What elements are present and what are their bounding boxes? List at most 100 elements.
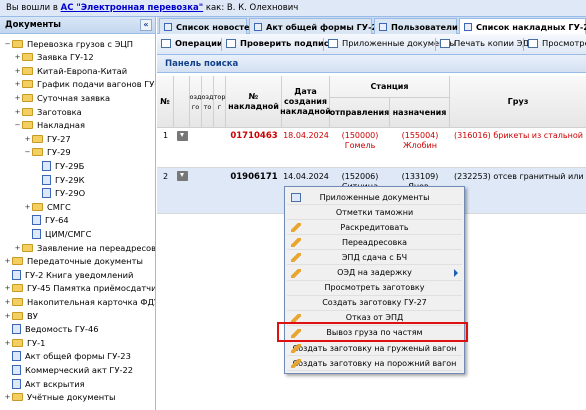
- operations-button[interactable]: Операции: [161, 38, 223, 48]
- menu-item[interactable]: Создать заготовку ГУ-27: [287, 296, 462, 311]
- verify-signature-button[interactable]: Проверить подпись: [226, 38, 334, 48]
- tree-item-label: ГУ-27: [47, 133, 71, 144]
- toolbar-separator: [435, 38, 436, 51]
- tree-item[interactable]: ГУ-29О: [33, 187, 85, 200]
- expand-toggle-icon[interactable]: +: [3, 284, 12, 292]
- tree-item[interactable]: + Китай-Европа-Китай: [13, 64, 128, 77]
- tree-item[interactable]: + ВУ: [3, 309, 38, 322]
- col-download[interactable]: [174, 76, 190, 128]
- col-invoice[interactable]: № накладной: [226, 76, 282, 128]
- tree-item-label: ЦИМ/СМГС: [45, 228, 92, 239]
- tree-item-label: ГУ-29К: [55, 174, 85, 185]
- tree-item[interactable]: + ГУ-45 Памятка приёмосдатчика: [3, 282, 155, 295]
- expand-toggle-icon[interactable]: +: [3, 298, 12, 306]
- tree-item[interactable]: − Перевозка грузов с ЭЦП: [3, 37, 134, 50]
- expand-toggle-icon[interactable]: +: [13, 244, 22, 252]
- tree-item[interactable]: Ведомость ГУ-46: [3, 323, 99, 336]
- expand-toggle-icon[interactable]: +: [13, 94, 22, 102]
- tree-item[interactable]: + СМГС: [23, 200, 71, 213]
- tree-item-label: Акт вскрытия: [25, 378, 85, 389]
- col-torg[interactable]: тор г: [214, 76, 226, 128]
- tree-item[interactable]: Акт общей формы ГУ-23: [3, 350, 131, 363]
- col-destination[interactable]: назначения: [390, 98, 450, 128]
- collapse-toggle-icon[interactable]: −: [23, 148, 32, 156]
- menu-item[interactable]: Просмотреть заготовку: [287, 281, 462, 296]
- expand-toggle-icon[interactable]: +: [13, 108, 22, 116]
- tree-item[interactable]: Акт вскрытия: [3, 377, 85, 390]
- tree-item-label: ГУ-64: [45, 215, 69, 226]
- menu-item-label: Переадресовка: [341, 237, 408, 247]
- menu-item[interactable]: ЭПД сдача с БЧ: [287, 250, 462, 266]
- expand-toggle-icon[interactable]: +: [13, 53, 22, 61]
- tree-item[interactable]: Коммерческий акт ГУ-22: [3, 363, 133, 376]
- tree-item[interactable]: + ГУ-1: [3, 336, 46, 349]
- tree-item[interactable]: − Накладная: [13, 119, 85, 132]
- tree-item[interactable]: + Накопительная карточка ФДУ-92: [3, 295, 155, 308]
- expand-toggle-icon[interactable]: +: [23, 135, 32, 143]
- tree-item[interactable]: + ГУ-27: [23, 132, 71, 145]
- view-button[interactable]: Просмотреть: [528, 38, 586, 48]
- menu-item[interactable]: Отметки таможни: [287, 205, 462, 221]
- menu-item-label: ЭПД сдача с БЧ: [341, 252, 408, 262]
- col-ozd2[interactable]: озд то: [202, 76, 214, 128]
- col-ozd[interactable]: озд го: [190, 76, 202, 128]
- tab-invoice-list[interactable]: Список накладных ГУ-29: [459, 18, 586, 34]
- menu-item-label: Отметки таможни: [335, 207, 414, 217]
- tab-news[interactable]: Список новостей: [159, 18, 255, 34]
- tree-item[interactable]: + Суточная заявка: [13, 91, 111, 104]
- tree-item[interactable]: + Заготовка: [13, 105, 82, 118]
- tab-act-gu23[interactable]: Акт общей формы ГУ-23: [249, 18, 383, 34]
- expand-toggle-icon[interactable]: +: [23, 203, 32, 211]
- table-row[interactable]: 1 01710463 18.04.2024 (150000) Гомель (1…: [157, 128, 586, 168]
- tree-item-label: ГУ-29О: [55, 188, 86, 199]
- folder-icon: [12, 338, 23, 347]
- col-departure[interactable]: отправления: [330, 98, 390, 128]
- expand-toggle-icon[interactable]: +: [3, 257, 12, 265]
- tree-item[interactable]: + Заявление на переадресовку: [13, 241, 155, 254]
- menu-item[interactable]: ОЭД на задержку: [287, 266, 462, 281]
- tree-item[interactable]: ГУ-64: [23, 214, 69, 227]
- tree-item[interactable]: ЦИМ/СМГС: [23, 227, 91, 240]
- search-panel[interactable]: Панель поиска: [157, 55, 586, 73]
- download-icon[interactable]: [177, 171, 188, 181]
- menu-item[interactable]: Создать заготовку на порожний вагон: [287, 356, 462, 372]
- collapse-icon[interactable]: «: [140, 19, 152, 31]
- attached-docs-button[interactable]: Приложенные документы: [328, 38, 456, 48]
- menu-item-label: Создать заготовку на груженый вагон: [292, 343, 457, 353]
- collapse-toggle-icon[interactable]: −: [13, 121, 22, 129]
- tree-item[interactable]: + Заявка ГУ-12: [13, 51, 94, 64]
- collapse-toggle-icon[interactable]: −: [3, 40, 12, 48]
- menu-item[interactable]: Раскредитовать: [287, 220, 462, 236]
- invoice-number[interactable]: 01906171: [226, 172, 282, 182]
- page-icon: [164, 23, 172, 31]
- tree-item[interactable]: − ГУ-29: [23, 146, 71, 159]
- col-number[interactable]: №: [157, 76, 174, 128]
- print-copy-button[interactable]: Печать копии ЭД: [440, 38, 529, 48]
- tree-item[interactable]: ГУ-29Б: [33, 159, 84, 172]
- download-icon[interactable]: [177, 131, 188, 141]
- menu-item[interactable]: Переадресовка: [287, 235, 462, 251]
- print-icon: [440, 38, 450, 48]
- folder-icon: [12, 257, 23, 266]
- folder-icon: [22, 243, 33, 252]
- folder-icon: [12, 311, 23, 320]
- expand-toggle-icon[interactable]: +: [3, 339, 12, 347]
- tree-item[interactable]: ГУ-2 Книга уведомлений: [3, 268, 133, 281]
- menu-item[interactable]: Создать заготовку на груженый вагон: [287, 341, 462, 356]
- tab-users[interactable]: Пользователи: [374, 18, 458, 34]
- expand-toggle-icon[interactable]: +: [3, 312, 12, 320]
- invoice-number[interactable]: 01710463: [226, 131, 282, 141]
- tree-item[interactable]: + График подачи вагонов ГУ-11: [13, 78, 155, 91]
- tree-item[interactable]: + Учётные документы: [3, 391, 116, 404]
- col-cargo[interactable]: Груз: [450, 76, 586, 128]
- submenu-arrow-icon: [454, 268, 458, 277]
- menu-item[interactable]: Приложенные документы: [287, 190, 462, 205]
- expand-toggle-icon[interactable]: +: [13, 80, 22, 88]
- expand-toggle-icon[interactable]: +: [3, 393, 12, 401]
- menu-item-label: ОЭД на задержку: [337, 268, 412, 277]
- col-date[interactable]: Дата создания накладной: [280, 76, 331, 128]
- system-link[interactable]: АС "Электронная перевозка": [61, 3, 204, 13]
- tree-item[interactable]: ГУ-29К: [33, 173, 85, 186]
- tree-item[interactable]: + Передаточные документы: [3, 255, 143, 268]
- expand-toggle-icon[interactable]: +: [13, 67, 22, 75]
